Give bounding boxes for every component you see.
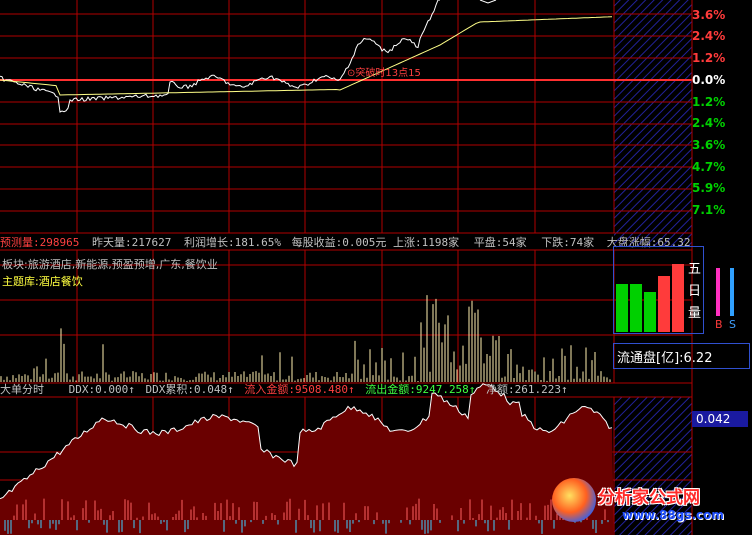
watermark-url: www.88gs.com (622, 508, 724, 522)
intraday-chart-window: 3.6% 2.4% 1.2% 0.0% 1.2% 2.4% 3.6% 4.7% … (0, 0, 752, 535)
ddx-header: 大单分时 DDX:0.000↑ DDX累积:0.048↑ 流入金额:9508.4… (0, 383, 690, 397)
price-axis-down-3: 3.6% (692, 138, 726, 152)
ddx-value-text: DDX:0.000↑ (68, 383, 135, 396)
breakout-annotation: ⊙突破时13点15 (347, 68, 421, 79)
price-axis-zero: 0.0% (692, 73, 726, 87)
forecast-volume-value: :298965 (33, 236, 80, 249)
theme-label: 主题库:酒店餐饮 (2, 275, 83, 288)
hatch-strip-price (614, 0, 692, 246)
up-count: 上涨:1198家 (392, 236, 460, 249)
price-axis-down-4: 4.7% (692, 160, 726, 174)
price-line-tail (479, 0, 497, 4)
price-axis-up-2: 2.4% (692, 29, 726, 43)
ddx-area (0, 383, 614, 535)
b-strength-bar (716, 268, 720, 316)
ddx-cumulative: DDX累积:0.048↑ (145, 383, 234, 396)
outflow-amount: 流出金额:9247.258↑ (365, 383, 476, 396)
average-price-line (0, 16, 613, 96)
sector-label: 板块:旅游酒店,新能源,预盈预增,广东,餐饮业 (2, 258, 218, 271)
price-axis-down-5: 5.9% (692, 181, 726, 195)
down-count: 下跌:74家 (541, 236, 595, 249)
bs-s-label: S (729, 318, 736, 331)
five-day-char-1: 五 (688, 262, 702, 277)
eps-value: 每股收益:0.005元 (291, 236, 387, 249)
price-axis-up-3: 1.2% (692, 51, 726, 65)
flat-count: 平盘:54家 (473, 236, 527, 249)
forecast-volume-label: 预测量 (0, 236, 33, 249)
five-day-char-3: 量 (688, 306, 702, 321)
float-cap-label: 流通盘[亿]:6.22 (617, 351, 713, 366)
watermark-title: 分析家公式网 (598, 488, 700, 508)
watermark-logo-icon (552, 478, 596, 522)
ddx-current-value: 0.042 (696, 412, 731, 426)
inflow-amount: 流入金额:9508.480↑ (244, 383, 355, 396)
price-axis-down-1: 1.2% (692, 95, 726, 109)
ddx-title: 大单分时 (0, 383, 44, 396)
net-amount: 净额:261.223↑ (486, 383, 568, 396)
s-strength-bar (730, 268, 734, 316)
five-day-char-2: 日 (688, 284, 702, 299)
price-axis-up-1: 3.6% (692, 8, 726, 22)
price-axis-down-6: 7.1% (692, 203, 726, 217)
bs-b-label: B (715, 318, 723, 331)
price-axis-down-2: 2.4% (692, 116, 726, 130)
yesterday-volume: 昨天量:217627 (91, 236, 172, 249)
info-bar: 预测量:298965 昨天量:217627 利润增长:181.65% 每股收益:… (0, 235, 690, 250)
profit-growth: 利润增长:181.65% (183, 236, 281, 249)
